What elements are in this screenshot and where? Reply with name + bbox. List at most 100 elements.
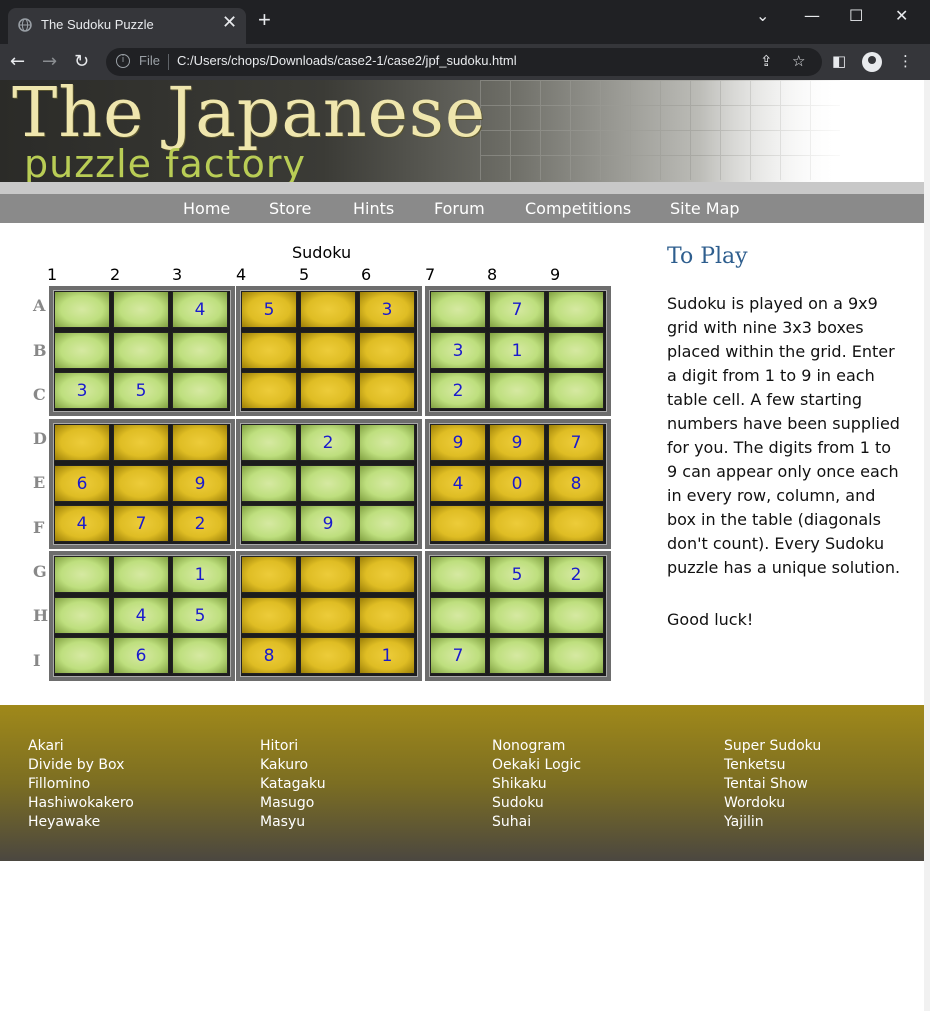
footer-link[interactable]: Hitori	[260, 737, 326, 756]
sudoku-cell[interactable]: 9	[489, 424, 545, 461]
sudoku-cell[interactable]	[172, 372, 228, 409]
sudoku-cell[interactable]	[241, 424, 297, 461]
sudoku-cell[interactable]: 4	[54, 505, 110, 542]
side-panel-icon[interactable]: ◧	[832, 52, 846, 70]
sudoku-cell[interactable]	[359, 505, 415, 542]
forward-arrow-icon[interactable]: →	[42, 50, 57, 74]
maximize-button[interactable]: ☐	[849, 6, 863, 25]
sudoku-cell[interactable]	[54, 331, 110, 369]
sudoku-cell[interactable]	[430, 291, 486, 328]
sudoku-cell[interactable]: 5	[489, 556, 545, 593]
nav-store[interactable]: Store	[269, 199, 311, 218]
url-text[interactable]: C:/Users/chops/Downloads/case2-1/case2/j…	[177, 53, 517, 68]
sudoku-cell[interactable]	[489, 372, 545, 409]
sudoku-cell[interactable]: 1	[172, 556, 228, 593]
sudoku-cell[interactable]	[359, 596, 415, 634]
sudoku-cell[interactable]: 7	[548, 424, 604, 461]
sudoku-cell[interactable]	[54, 596, 110, 634]
sudoku-cell[interactable]: 8	[548, 464, 604, 502]
sudoku-cell[interactable]: 7	[489, 291, 545, 328]
footer-link[interactable]: Tentai Show	[724, 775, 821, 794]
sudoku-cell[interactable]: 1	[489, 331, 545, 369]
footer-link[interactable]: Super Sudoku	[724, 737, 821, 756]
footer-link[interactable]: Wordoku	[724, 794, 821, 813]
nav-hints[interactable]: Hints	[353, 199, 394, 218]
sudoku-cell[interactable]	[548, 596, 604, 634]
sudoku-cell[interactable]: 5	[172, 596, 228, 634]
sudoku-cell[interactable]: 0	[489, 464, 545, 502]
sudoku-cell[interactable]	[359, 556, 415, 593]
sudoku-cell[interactable]: 2	[430, 372, 486, 409]
back-arrow-icon[interactable]: ←	[10, 50, 25, 74]
sudoku-cell[interactable]: 2	[300, 424, 356, 461]
menu-kebab-icon[interactable]: ⋮	[898, 52, 913, 70]
nav-home[interactable]: Home	[183, 199, 230, 218]
close-tab-icon[interactable]: ✕	[222, 12, 237, 33]
sudoku-cell[interactable]: 4	[113, 596, 169, 634]
sudoku-cell[interactable]	[548, 372, 604, 409]
sudoku-cell[interactable]	[172, 331, 228, 369]
nav-site-map[interactable]: Site Map	[670, 199, 740, 218]
sudoku-cell[interactable]: 5	[113, 372, 169, 409]
sudoku-cell[interactable]	[300, 291, 356, 328]
sudoku-cell[interactable]: 5	[241, 291, 297, 328]
sudoku-cell[interactable]	[113, 424, 169, 461]
sudoku-cell[interactable]: 9	[300, 505, 356, 542]
footer-link[interactable]: Masugo	[260, 794, 326, 813]
sudoku-cell[interactable]	[172, 637, 228, 674]
sudoku-cell[interactable]	[113, 464, 169, 502]
sudoku-cell[interactable]	[430, 596, 486, 634]
sudoku-cell[interactable]	[548, 505, 604, 542]
footer-link[interactable]: Heyawake	[28, 813, 134, 832]
sudoku-cell[interactable]: 6	[54, 464, 110, 502]
sudoku-cell[interactable]	[300, 372, 356, 409]
footer-link[interactable]: Divide by Box	[28, 756, 134, 775]
footer-link[interactable]: Nonogram	[492, 737, 581, 756]
sudoku-cell[interactable]	[54, 556, 110, 593]
sudoku-cell[interactable]	[300, 331, 356, 369]
sudoku-cell[interactable]	[172, 424, 228, 461]
browser-tab[interactable]: The Sudoku Puzzle ✕	[8, 8, 246, 44]
sudoku-cell[interactable]	[54, 637, 110, 674]
sudoku-cell[interactable]	[489, 637, 545, 674]
sudoku-cell[interactable]: 1	[359, 637, 415, 674]
footer-link[interactable]: Akari	[28, 737, 134, 756]
sudoku-cell[interactable]	[241, 556, 297, 593]
sudoku-cell[interactable]: 9	[430, 424, 486, 461]
sudoku-cell[interactable]: 2	[172, 505, 228, 542]
sudoku-cell[interactable]	[54, 424, 110, 461]
sudoku-cell[interactable]: 3	[430, 331, 486, 369]
nav-competitions[interactable]: Competitions	[525, 199, 631, 218]
footer-link[interactable]: Suhai	[492, 813, 581, 832]
sudoku-cell[interactable]	[430, 556, 486, 593]
footer-link[interactable]: Hashiwokakero	[28, 794, 134, 813]
sudoku-cell[interactable]: 7	[113, 505, 169, 542]
sudoku-cell[interactable]	[359, 331, 415, 369]
bookmark-star-icon[interactable]: ☆	[792, 52, 805, 70]
footer-link[interactable]: Tenketsu	[724, 756, 821, 775]
sudoku-cell[interactable]	[359, 424, 415, 461]
minimize-button[interactable]: —	[804, 6, 820, 25]
sudoku-cell[interactable]	[300, 556, 356, 593]
nav-forum[interactable]: Forum	[434, 199, 485, 218]
window-close-button[interactable]: ✕	[895, 6, 908, 25]
sudoku-cell[interactable]	[359, 372, 415, 409]
sudoku-cell[interactable]: 3	[54, 372, 110, 409]
sudoku-cell[interactable]	[241, 505, 297, 542]
sudoku-cell[interactable]	[241, 331, 297, 369]
sudoku-cell[interactable]	[113, 331, 169, 369]
sudoku-cell[interactable]	[548, 637, 604, 674]
footer-link[interactable]: Katagaku	[260, 775, 326, 794]
profile-avatar-icon[interactable]	[862, 52, 882, 72]
sudoku-cell[interactable]: 4	[430, 464, 486, 502]
sudoku-cell[interactable]	[241, 372, 297, 409]
sudoku-cell[interactable]	[489, 505, 545, 542]
sudoku-cell[interactable]: 3	[359, 291, 415, 328]
share-icon[interactable]: ⇪	[760, 52, 773, 70]
footer-link[interactable]: Fillomino	[28, 775, 134, 794]
footer-link[interactable]: Yajilin	[724, 813, 821, 832]
sudoku-cell[interactable]	[241, 464, 297, 502]
sudoku-cell[interactable]	[548, 291, 604, 328]
sudoku-cell[interactable]	[548, 331, 604, 369]
footer-link[interactable]: Sudoku	[492, 794, 581, 813]
